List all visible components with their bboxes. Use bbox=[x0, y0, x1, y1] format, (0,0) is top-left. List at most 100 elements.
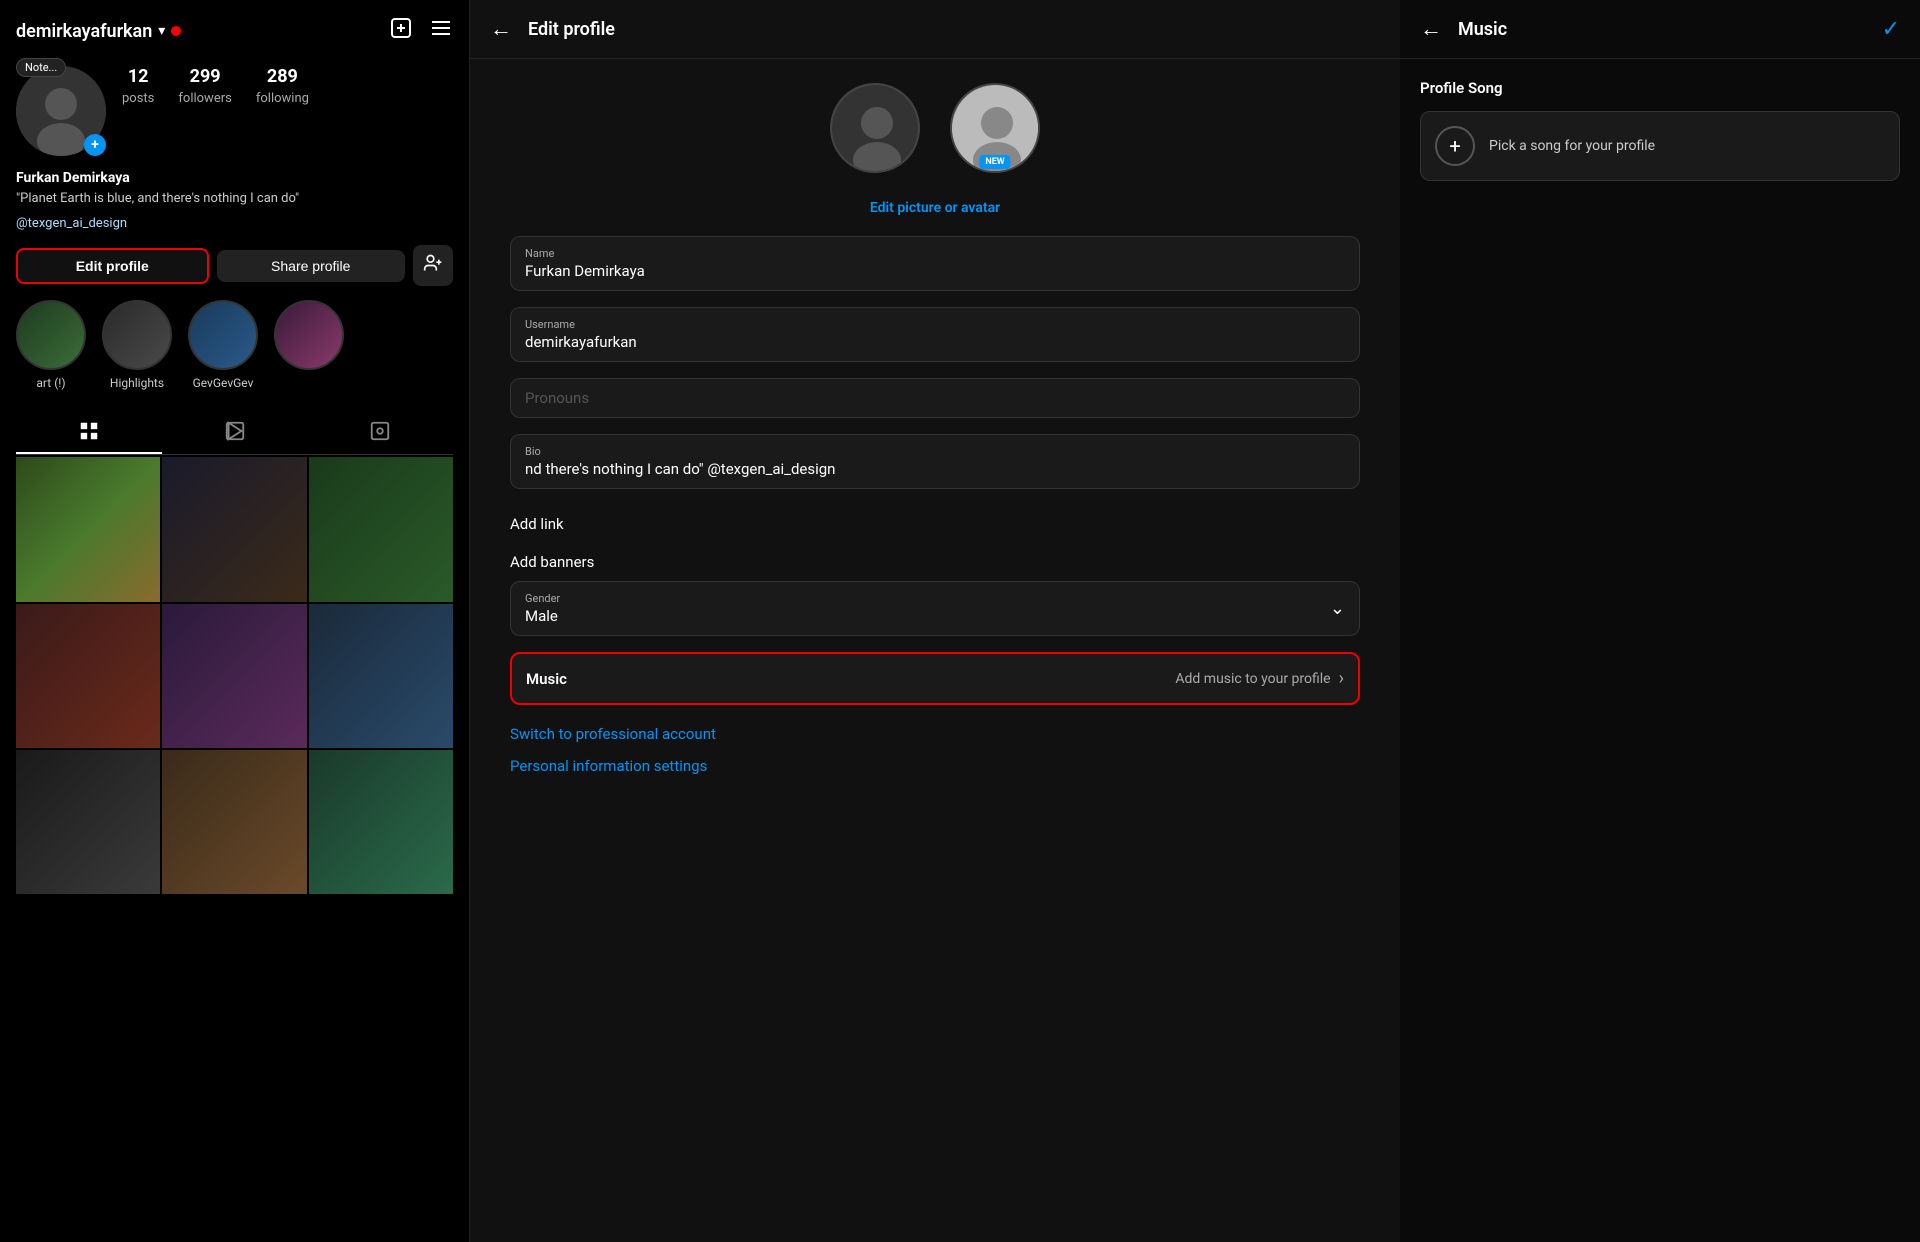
edit-picture-link[interactable]: Edit picture or avatar bbox=[870, 200, 1000, 216]
middle-panel: ← Edit profile bbox=[470, 0, 1400, 1242]
highlight-gevgev[interactable]: GevGevGev bbox=[188, 300, 258, 390]
username-label: Username bbox=[525, 318, 1345, 331]
posts-label: posts bbox=[122, 91, 154, 106]
edit-profile-header: ← Edit profile bbox=[470, 0, 1400, 59]
chevron-down-icon: ⌄ bbox=[1330, 598, 1345, 619]
bio-value[interactable]: nd there's nothing I can do" @texgen_ai_… bbox=[525, 460, 1345, 478]
name-field: Name Furkan Demirkaya bbox=[510, 236, 1360, 291]
plus-icon: + bbox=[1435, 126, 1475, 166]
edit-profile-title: Edit profile bbox=[528, 19, 615, 40]
highlight-highlights[interactable]: Highlights bbox=[102, 300, 172, 390]
share-profile-button[interactable]: Share profile bbox=[217, 250, 406, 282]
music-right: Add music to your profile › bbox=[1175, 668, 1344, 689]
avatar-edit-current[interactable] bbox=[830, 83, 920, 173]
highlight-label-art: art (!) bbox=[36, 376, 65, 390]
profile-bio: "Planet Earth is blue, and there's nothi… bbox=[16, 190, 453, 208]
following-label: following bbox=[256, 91, 309, 106]
photo-cell[interactable] bbox=[309, 457, 453, 601]
personal-info-link[interactable]: Personal information settings bbox=[510, 757, 1360, 775]
followers-count: 299 bbox=[178, 66, 231, 87]
username-field: Username demirkayafurkan bbox=[510, 307, 1360, 362]
followers-label: followers bbox=[178, 91, 231, 106]
action-buttons: Edit profile Share profile bbox=[16, 245, 453, 286]
form-section: Name Furkan Demirkaya Username demirkaya… bbox=[470, 236, 1400, 809]
name-value[interactable]: Furkan Demirkaya bbox=[525, 262, 1345, 280]
highlight-label-highlights: Highlights bbox=[110, 376, 164, 390]
avatar-wrap: Note... + bbox=[16, 66, 106, 156]
add-person-button[interactable] bbox=[413, 245, 453, 286]
tab-reels[interactable] bbox=[162, 410, 308, 454]
gender-label: Gender bbox=[525, 592, 560, 605]
music-header: ← Music ✓ bbox=[1400, 0, 1920, 59]
music-title: Music bbox=[1458, 19, 1507, 40]
photo-cell[interactable] bbox=[16, 457, 160, 601]
avatar-edit-section: NEW bbox=[470, 59, 1400, 197]
profile-section: Note... + 12 posts 299 followers 289 bbox=[16, 66, 453, 156]
highlight-circle-highlights bbox=[102, 300, 172, 370]
music-field[interactable]: Music Add music to your profile › bbox=[510, 652, 1360, 705]
online-indicator bbox=[171, 26, 181, 36]
gender-field: Gender Male ⌄ bbox=[510, 581, 1360, 636]
top-icons bbox=[389, 16, 453, 46]
add-link[interactable]: Add link bbox=[510, 505, 1360, 543]
switch-to-professional-link[interactable]: Switch to professional account bbox=[510, 725, 1360, 743]
add-avatar-button[interactable]: + bbox=[84, 134, 106, 156]
pronouns-placeholder: Pronouns bbox=[525, 389, 1345, 407]
following-count: 289 bbox=[256, 66, 309, 87]
photo-cell[interactable] bbox=[162, 750, 306, 894]
add-post-button[interactable] bbox=[389, 16, 413, 46]
note-badge[interactable]: Note... bbox=[16, 58, 66, 77]
followers-stat[interactable]: 299 followers bbox=[178, 66, 231, 106]
photo-cell[interactable] bbox=[162, 604, 306, 748]
name-label: Name bbox=[525, 247, 1345, 260]
highlight-art[interactable]: art (!) bbox=[16, 300, 86, 390]
menu-button[interactable] bbox=[429, 16, 453, 46]
song-pick-text: Pick a song for your profile bbox=[1489, 138, 1655, 154]
photo-cell[interactable] bbox=[16, 604, 160, 748]
tab-grid[interactable] bbox=[16, 410, 162, 454]
checkmark-icon[interactable]: ✓ bbox=[1882, 17, 1900, 42]
photo-grid bbox=[16, 457, 453, 894]
photo-cell[interactable] bbox=[309, 604, 453, 748]
photo-cell[interactable] bbox=[309, 750, 453, 894]
pronouns-field: Pronouns bbox=[510, 378, 1360, 418]
music-back-button[interactable]: ← bbox=[1420, 16, 1442, 42]
new-badge: NEW bbox=[979, 155, 1010, 169]
profile-name: Furkan Demirkaya bbox=[16, 170, 453, 186]
posts-stat: 12 posts bbox=[122, 66, 154, 106]
back-button[interactable]: ← bbox=[490, 16, 512, 42]
avatar-new-wrap: NEW bbox=[950, 83, 1040, 173]
right-panel: ← Music ✓ Profile Song + Pick a song for… bbox=[1400, 0, 1920, 1242]
music-subtext: Add music to your profile bbox=[1175, 671, 1330, 687]
stats-row: 12 posts 299 followers 289 following bbox=[122, 66, 309, 106]
avatar-edit-new[interactable]: NEW bbox=[950, 83, 1040, 173]
chevron-down-icon[interactable]: ▾ bbox=[158, 23, 165, 39]
edit-profile-button[interactable]: Edit profile bbox=[16, 248, 209, 284]
username-row: demirkayafurkan ▾ bbox=[16, 21, 181, 42]
username-text: demirkayafurkan bbox=[16, 21, 152, 42]
highlight-label-gevgev: GevGevGev bbox=[193, 376, 254, 390]
highlight-circle-anime bbox=[274, 300, 344, 370]
gender-value: Male bbox=[525, 607, 560, 625]
highlight-circle-gevgev bbox=[188, 300, 258, 370]
tabs-row bbox=[16, 410, 453, 455]
left-panel: demirkayafurkan ▾ Not bbox=[0, 0, 470, 1242]
photo-cell[interactable] bbox=[162, 457, 306, 601]
following-stat[interactable]: 289 following bbox=[256, 66, 309, 106]
bio-label: Bio bbox=[525, 445, 1345, 458]
posts-count: 12 bbox=[122, 66, 154, 87]
profile-song-add-button[interactable]: + Pick a song for your profile bbox=[1420, 111, 1900, 181]
music-label: Music bbox=[526, 670, 567, 688]
music-arrow-icon: › bbox=[1339, 668, 1344, 689]
add-banners[interactable]: Add banners bbox=[510, 543, 1360, 581]
photo-cell[interactable] bbox=[16, 750, 160, 894]
highlights-row: art (!) Highlights GevGevGev bbox=[16, 300, 453, 390]
profile-link[interactable]: @texgen_ai_design bbox=[16, 216, 127, 231]
profile-song-title: Profile Song bbox=[1420, 79, 1900, 97]
tab-tagged[interactable] bbox=[307, 410, 453, 454]
bio-field: Bio nd there's nothing I can do" @texgen… bbox=[510, 434, 1360, 489]
username-value[interactable]: demirkayafurkan bbox=[525, 333, 1345, 351]
avatar-current bbox=[830, 83, 920, 173]
highlight-anime[interactable] bbox=[274, 300, 344, 390]
profile-song-section: Profile Song + Pick a song for your prof… bbox=[1400, 59, 1920, 201]
